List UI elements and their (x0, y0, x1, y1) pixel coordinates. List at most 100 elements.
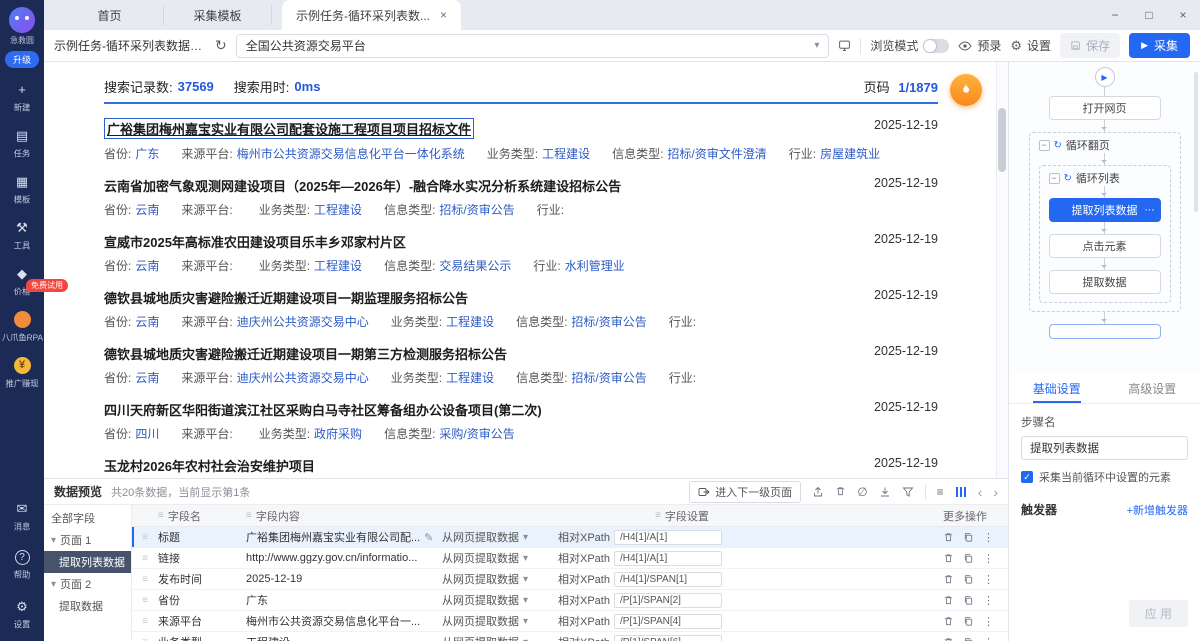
meta-value[interactable]: 政府采购 (314, 427, 362, 441)
workflow-node-extract-list[interactable]: 提取列表数据 ⋯ (1049, 198, 1161, 222)
avatar[interactable] (9, 7, 35, 33)
meta-value[interactable]: 工程建设 (314, 203, 362, 217)
delete-field-icon[interactable] (943, 532, 954, 543)
extract-method-select[interactable]: 从网页提取数据▾ (442, 592, 558, 608)
column-view-icon[interactable] (955, 487, 967, 497)
drag-handle-icon[interactable]: ≡ (132, 637, 158, 641)
delete-field-icon[interactable] (943, 553, 954, 564)
field-row[interactable]: ≡ 发布时间 2025-12-19 从网页提取数据▾ 相对XPath ⋮ (132, 569, 1008, 590)
tree-page2[interactable]: ▾ 页面 2 (44, 573, 131, 595)
delete-field-icon[interactable] (943, 574, 954, 585)
copy-field-icon[interactable] (963, 553, 974, 564)
sidebar-item-templates[interactable]: ▦ 模板 (0, 173, 44, 206)
clear-icon[interactable]: ∅ (857, 485, 867, 499)
tree-all-fields[interactable]: 全部字段 (44, 507, 131, 529)
drag-handle-icon[interactable]: ≡ (132, 574, 158, 585)
maximize-button[interactable]: □ (1132, 0, 1166, 30)
apply-button[interactable]: 应 用 (1129, 600, 1188, 627)
close-button[interactable]: × (1166, 0, 1200, 30)
tab-collect-templates[interactable]: 采集模板 (164, 5, 272, 25)
meta-value[interactable]: 云南 (135, 371, 159, 385)
filter-icon[interactable] (902, 486, 914, 498)
workflow-node-extract-data[interactable]: 提取数据 (1049, 270, 1161, 294)
tab-basic-settings[interactable]: 基础设置 (1009, 374, 1105, 403)
result-title[interactable]: 四川天府新区华阳街道滨江社区采购白马寺社区筹备组办公设备项目(第二次) (104, 400, 542, 419)
workflow-node-open-page[interactable]: 打开网页 (1049, 96, 1161, 120)
workflow-scrollbar[interactable] (1194, 72, 1198, 212)
url-bar[interactable]: ▾ (236, 34, 830, 58)
delete-field-icon[interactable] (943, 595, 954, 606)
field-row[interactable]: ≡ 来源平台 梅州市公共资源交易信息化平台一... 从网页提取数据▾ 相对XPa… (132, 611, 1008, 632)
free-trial-badge[interactable]: 免费试用 (26, 279, 68, 292)
xpath-input[interactable] (614, 635, 722, 641)
close-tab-icon[interactable]: × (440, 8, 447, 22)
collect-button[interactable]: ▶ 采集 (1129, 33, 1190, 58)
sidebar-item-messages[interactable]: ✉ 消息 (0, 500, 44, 533)
more-icon[interactable]: ⋮ (983, 573, 994, 586)
result-title[interactable]: 玉龙村2026年农村社会治安维护项目 (104, 456, 315, 475)
more-icon[interactable]: ⋮ (983, 594, 994, 607)
url-input[interactable] (246, 39, 809, 53)
scrollbar-thumb[interactable] (998, 108, 1006, 172)
workflow-start-node[interactable]: ▶ (1095, 67, 1115, 87)
meta-value[interactable]: 招标/资审公告 (571, 371, 646, 385)
browse-mode-toggle[interactable] (923, 39, 949, 53)
extract-method-select[interactable]: 从网页提取数据▾ (442, 529, 558, 545)
result-title[interactable]: 广裕集团梅州嘉宝实业有限公司配套设施工程项目项目招标文件 (104, 118, 474, 139)
url-dropdown-icon[interactable]: ▾ (814, 40, 819, 51)
checkbox-checked-icon[interactable]: ✓ (1021, 471, 1033, 483)
copy-field-icon[interactable] (963, 532, 974, 543)
drag-handle-icon[interactable]: ≡ (132, 616, 158, 627)
add-trigger-link[interactable]: +新增触发器 (1127, 502, 1188, 518)
sidebar-item-tasks[interactable]: ▤ 任务 (0, 127, 44, 160)
meta-value[interactable]: 水利管理业 (565, 259, 625, 273)
field-row[interactable]: ≡ 标题 广裕集团梅州嘉宝实业有限公司配...✎ 从网页提取数据▾ 相对XPat… (132, 527, 1008, 548)
field-row[interactable]: ≡ 链接 http://www.ggzy.gov.cn/informatio..… (132, 548, 1008, 569)
meta-value[interactable]: 广东 (135, 147, 159, 161)
sidebar-item-tools[interactable]: ⚒ 工具 (0, 219, 44, 252)
copy-field-icon[interactable] (963, 574, 974, 585)
workflow-node-click-element[interactable]: 点击元素 (1049, 234, 1161, 258)
browser-scrollbar[interactable] (996, 62, 1008, 478)
browser-window-icon[interactable] (838, 39, 851, 52)
meta-value[interactable]: 云南 (135, 315, 159, 329)
xpath-input[interactable] (614, 614, 722, 629)
meta-value[interactable]: 房屋建筑业 (820, 147, 880, 161)
drag-handle-icon[interactable]: ≡ (132, 553, 158, 564)
step-name-input[interactable] (1021, 436, 1188, 460)
edit-icon[interactable]: ✎ (424, 531, 433, 544)
more-icon[interactable]: ⋮ (983, 615, 994, 628)
result-title[interactable]: 云南省加密气象观测网建设项目（2025年—2026年）-融合降水实况分析系统建设… (104, 176, 621, 195)
more-icon[interactable]: ⋮ (983, 636, 994, 641)
field-row[interactable]: ≡ 省份 广东 从网页提取数据▾ 相对XPath ⋮ (132, 590, 1008, 611)
copy-field-icon[interactable] (963, 595, 974, 606)
meta-value[interactable]: 工程建设 (446, 315, 494, 329)
meta-value[interactable]: 工程建设 (314, 259, 362, 273)
field-row[interactable]: ≡ 业务类型 工程建设 从网页提取数据▾ 相对XPath ⋮ (132, 632, 1008, 641)
workflow-node-partial[interactable] (1049, 324, 1161, 339)
more-options-icon[interactable]: ⋯ (1145, 205, 1155, 216)
boost-button[interactable] (950, 74, 982, 106)
more-icon[interactable]: ⋮ (983, 552, 994, 565)
tab-advanced-settings[interactable]: 高级设置 (1105, 374, 1200, 403)
copy-field-icon[interactable] (963, 616, 974, 627)
drag-handle-icon[interactable]: ≡ (132, 532, 158, 543)
result-title[interactable]: 德钦县城地质灾害避险搬迁近期建设项目一期第三方检测服务招标公告 (104, 344, 507, 363)
xpath-input[interactable] (614, 551, 722, 566)
refresh-icon[interactable]: ↻ (215, 37, 227, 54)
xpath-input[interactable] (614, 593, 722, 608)
delete-field-icon[interactable] (943, 637, 954, 641)
meta-value[interactable]: 招标/资审文件澄清 (667, 147, 766, 161)
xpath-input[interactable] (614, 530, 722, 545)
meta-value[interactable]: 招标/资审公告 (571, 315, 646, 329)
settings-button[interactable]: ⚙ 设置 (1010, 37, 1051, 54)
more-icon[interactable]: ⋮ (983, 531, 994, 544)
trash-icon[interactable] (835, 486, 846, 497)
enter-next-page-button[interactable]: 进入下一级页面 (689, 481, 801, 503)
list-view-icon[interactable]: ≡ (937, 485, 944, 499)
workflow-node-loop-list[interactable]: − ↻ 循环列表 (1049, 170, 1120, 186)
sidebar-item-help[interactable]: ? 帮助 (0, 550, 44, 581)
capture-elements-checkbox[interactable]: ✓ 采集当前循环中设置的元素 (1021, 469, 1188, 485)
sidebar-item-rpa[interactable]: 八爪鱼RPA (0, 311, 44, 344)
copy-field-icon[interactable] (963, 637, 974, 641)
